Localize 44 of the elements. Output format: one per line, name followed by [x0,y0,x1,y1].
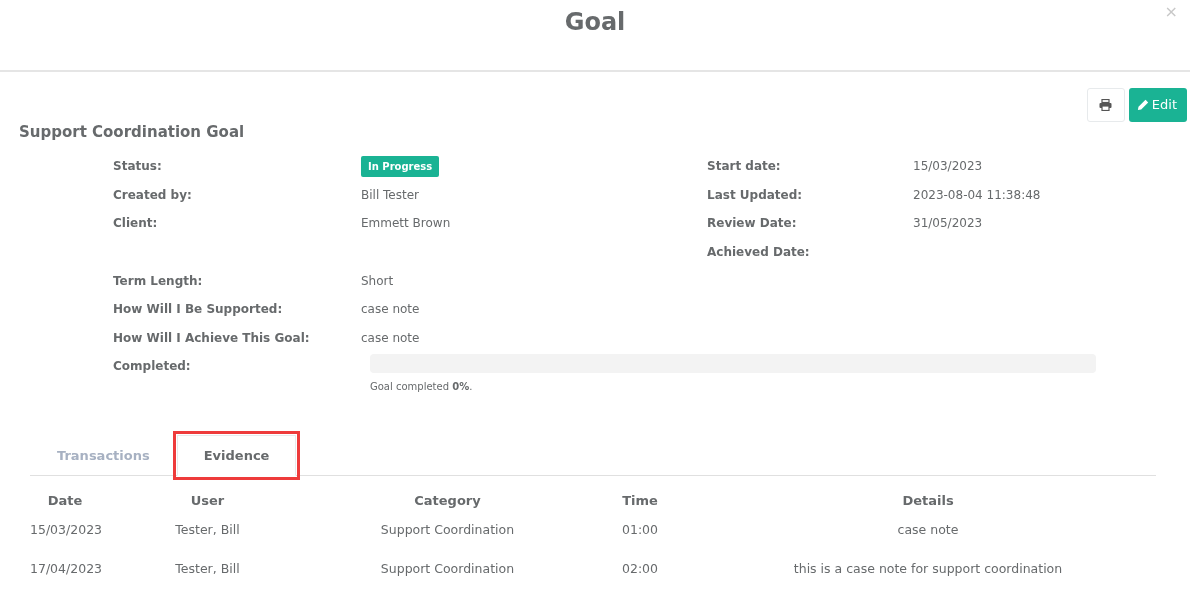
table-cell-text: this is a case note for support coordination [792,559,1064,578]
column-header: Details [901,492,955,510]
field-value: case note [361,329,421,347]
pencil-icon [1136,99,1149,111]
column-header: Date [46,492,84,510]
field-value: 31/05/2023 [913,215,984,233]
table-cell-text: Support Coordination [379,520,516,539]
print-button[interactable] [1086,88,1125,122]
field-label: Start date: [707,158,782,176]
table-cell-text: 17/04/2023 [30,559,100,578]
progress-caption: Goal completed 0%. [370,380,473,395]
table-cell: Tester, Bill [100,554,315,590]
field-label: How Will I Be Supported: [113,301,284,319]
close-button[interactable]: × [1164,4,1178,20]
field-value: Bill Tester [361,186,420,204]
table-cell-text: 01:00 [621,520,659,539]
field-value: Short [361,272,395,290]
status-badge: In Progress [361,155,440,177]
table-cell-text: 15/03/2023 [30,520,100,539]
field-label: Last Updated: [707,186,804,204]
table-cell-text: case note [896,520,960,539]
field-value: case note [361,301,421,319]
column-header: User [189,492,226,510]
tab[interactable]: Transactions [30,434,177,476]
field-label: Term Length: [113,272,204,290]
column-header: Category [413,492,482,510]
field-value: 15/03/2023 [913,158,984,176]
field-label: Created by: [113,186,193,204]
modal-title: Goal [564,7,626,34]
field-label: Review Date: [707,215,798,233]
field-label: Status: [113,158,163,176]
field-label: Client: [113,215,159,233]
print-icon [1099,99,1113,111]
field-label: Completed: [113,358,192,376]
field-label: Achieved Date: [707,244,811,262]
table-cell: Tester, Bill [100,515,315,555]
field-value: Emmett Brown [361,215,452,233]
edit-button[interactable]: Edit [1128,88,1187,122]
goal-title: Support Coordination Goal [19,122,246,140]
column-header: Time [621,492,659,510]
table-cell-text: 02:00 [621,559,659,578]
field-label: How Will I Achieve This Goal: [113,329,311,347]
field-value: 2023-08-04 11:38:48 [913,186,1042,204]
table-cell-text: Support Coordination [379,559,516,578]
